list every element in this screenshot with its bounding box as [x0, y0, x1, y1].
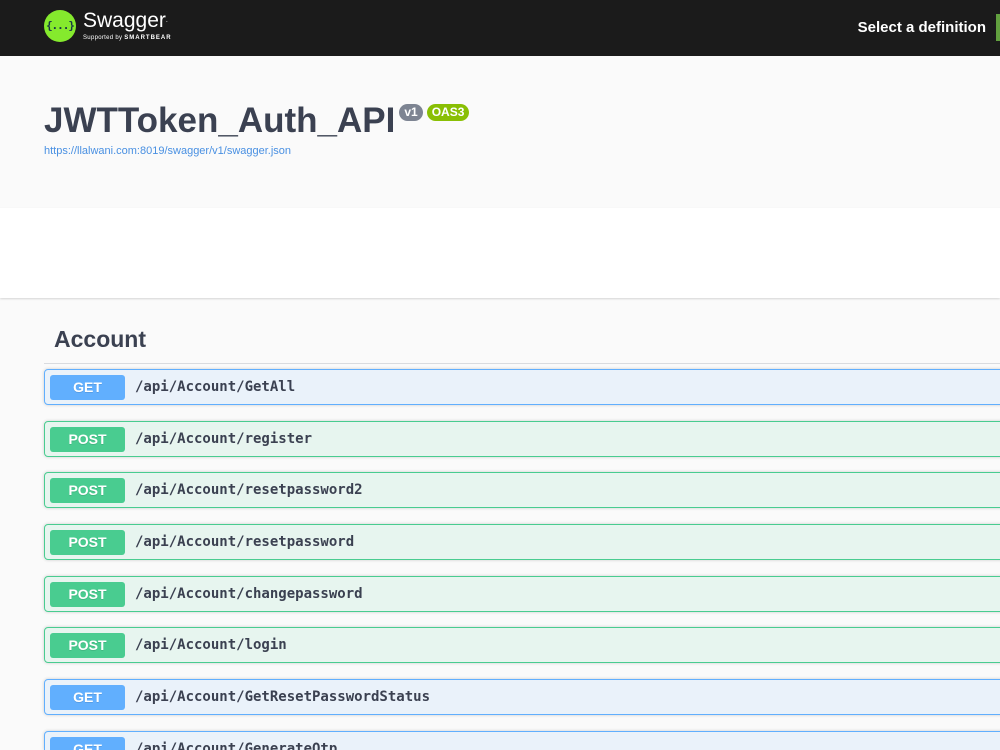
- swagger-logo-icon: {...}: [44, 9, 76, 42]
- operation-post-changepassword[interactable]: POST /api/Account/changepassword: [44, 576, 1000, 612]
- method-badge: GET: [50, 685, 125, 710]
- tag-header-account[interactable]: Account: [44, 320, 1000, 364]
- method-badge: GET: [50, 737, 125, 750]
- spec-url-link[interactable]: https://llalwani.com:8019/swagger/v1/swa…: [44, 145, 291, 157]
- operation-path: /api/Account/changepassword: [135, 586, 363, 602]
- operation-get-getall[interactable]: GET /api/Account/GetAll: [44, 369, 1000, 405]
- logo-name: Swagger.: [83, 9, 172, 32]
- oas-badge: OAS3: [426, 104, 470, 121]
- operation-path: /api/Account/GetResetPasswordStatus: [135, 689, 431, 705]
- select-definition-label: Select a definition: [857, 19, 986, 36]
- logo-name-text: Swagger: [83, 9, 166, 32]
- operation-path: /api/Account/register: [135, 431, 313, 447]
- topbar: {...} Swagger. Supported by SMARTBEAR Se…: [0, 0, 1000, 56]
- tag-name: Account: [54, 326, 146, 352]
- api-title: JWTToken_Auth_API: [44, 101, 396, 140]
- method-badge: POST: [50, 478, 125, 503]
- operation-path: /api/Account/resetpassword: [135, 534, 355, 550]
- scheme-container: [0, 208, 1000, 298]
- method-badge: POST: [50, 582, 125, 607]
- operation-post-login[interactable]: POST /api/Account/login: [44, 627, 1000, 663]
- operation-get-getresetpasswordstatus[interactable]: GET /api/Account/GetResetPasswordStatus: [44, 679, 1000, 715]
- operation-post-resetpassword2[interactable]: POST /api/Account/resetpassword2: [44, 472, 1000, 508]
- definition-select[interactable]: [996, 14, 1000, 41]
- logo-supported-by: Supported by: [83, 35, 123, 41]
- method-badge: POST: [50, 427, 125, 452]
- method-badge: POST: [50, 530, 125, 555]
- operation-path: /api/Account/GenerateOtp: [135, 741, 338, 750]
- logo-subtitle: Supported by SMARTBEAR: [83, 34, 172, 42]
- operation-post-resetpassword[interactable]: POST /api/Account/resetpassword: [44, 524, 1000, 560]
- operation-path: /api/Account/login: [135, 637, 287, 653]
- version-badge: v1: [399, 104, 423, 121]
- logo-company: SMARTBEAR: [124, 35, 172, 41]
- operation-path: /api/Account/resetpassword2: [135, 482, 363, 498]
- logo-trademark: .: [165, 17, 168, 24]
- operation-path: /api/Account/GetAll: [135, 379, 296, 395]
- logo-text: Swagger. Supported by SMARTBEAR: [83, 9, 172, 42]
- method-badge: GET: [50, 375, 125, 400]
- method-badge: POST: [50, 633, 125, 658]
- api-info: JWTToken_Auth_API v1 OAS3 https://llalwa…: [0, 56, 1000, 208]
- operation-post-register[interactable]: POST /api/Account/register: [44, 421, 1000, 457]
- title-row: JWTToken_Auth_API v1 OAS3: [44, 101, 470, 141]
- swagger-logo[interactable]: {...} Swagger. Supported by SMARTBEAR: [44, 9, 172, 42]
- operation-get-generateotp[interactable]: GET /api/Account/GenerateOtp: [44, 731, 1000, 750]
